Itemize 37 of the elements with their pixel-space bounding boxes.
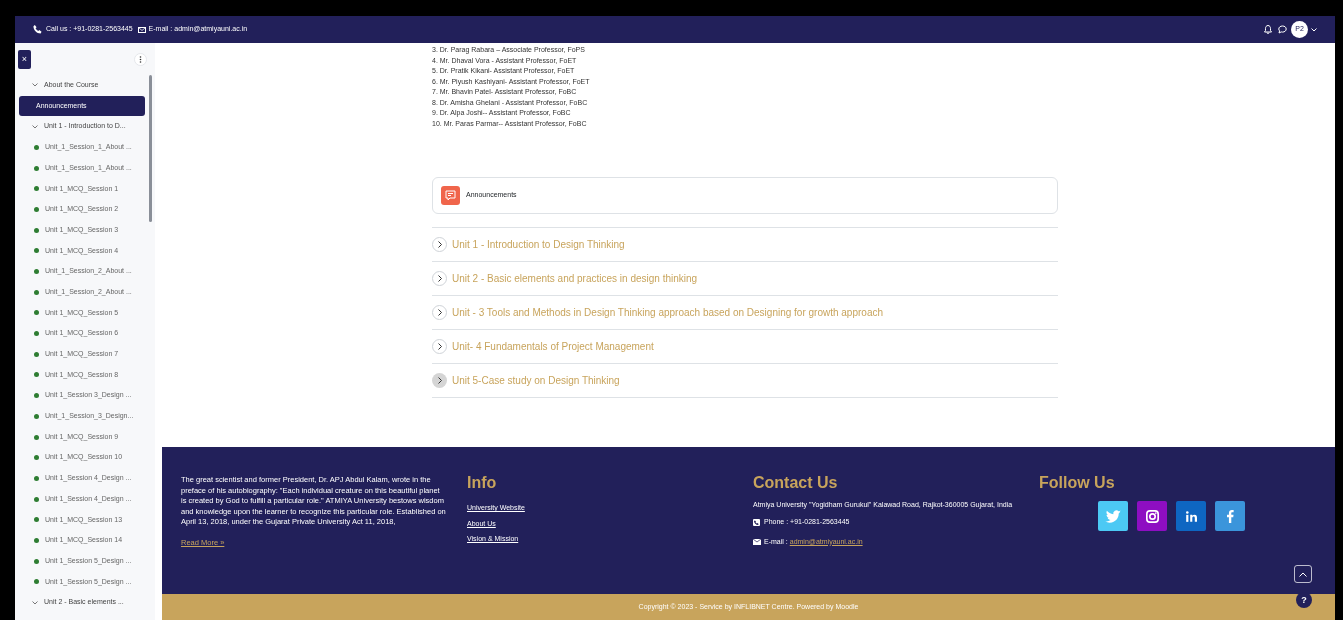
chevron-icon [437, 377, 442, 384]
chevron-icon [32, 600, 38, 605]
chevron-icon [32, 83, 38, 88]
instagram-icon [1145, 509, 1159, 523]
chat-icon[interactable] [1278, 25, 1287, 34]
chevron-icon [437, 343, 442, 350]
chevron-icon [437, 275, 442, 282]
phone-icon [753, 518, 760, 526]
expand-toggle[interactable] [432, 339, 447, 354]
scrollbar[interactable] [149, 75, 152, 222]
chevron-icon [1299, 571, 1307, 577]
chevron-icon [32, 124, 38, 129]
facebook-icon [1226, 509, 1234, 523]
expand-toggle[interactable] [432, 237, 447, 252]
expand-toggle[interactable] [432, 373, 447, 388]
chevron-icon [437, 241, 442, 248]
bell-icon[interactable] [1264, 25, 1272, 34]
close-button[interactable]: × [18, 50, 31, 69]
expand-toggle[interactable] [432, 271, 447, 286]
mail-icon [753, 538, 761, 545]
help-button[interactable]: ? [1296, 592, 1312, 608]
social-button[interactable] [1176, 501, 1206, 531]
back-to-top-button[interactable] [1294, 565, 1312, 583]
footer-heading: Info [467, 475, 498, 491]
expand-toggle[interactable] [432, 305, 447, 320]
phone-icon [33, 25, 42, 34]
footer-heading: Follow Us [1039, 475, 1116, 491]
linkedin-icon [1185, 510, 1197, 522]
mail-icon [137, 26, 146, 33]
forum-icon [441, 186, 460, 205]
social-button[interactable] [1215, 501, 1245, 531]
social-button[interactable] [1137, 501, 1167, 531]
chevron-icon [437, 309, 442, 316]
caret-icon[interactable] [1311, 27, 1317, 32]
twitter-bird-icon [1105, 509, 1121, 523]
footer-heading: Contact Us [753, 475, 839, 491]
more-options-icon[interactable] [134, 53, 147, 66]
